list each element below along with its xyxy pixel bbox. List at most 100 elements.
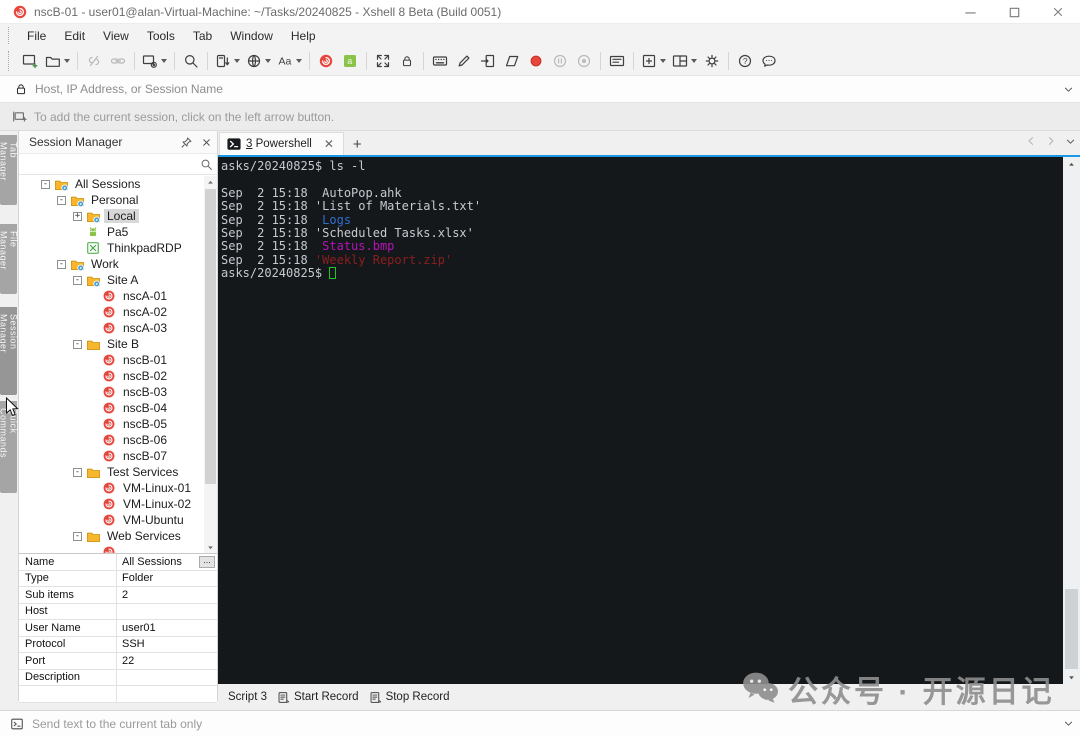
encoding-button[interactable] <box>243 49 274 73</box>
collapse-icon[interactable]: - <box>73 339 82 349</box>
property-value[interactable]: 22 <box>117 653 217 669</box>
menubar-grip[interactable] <box>8 27 13 44</box>
help-button[interactable]: ? <box>733 49 757 73</box>
property-value[interactable]: SSH <box>117 637 217 653</box>
property-value[interactable]: 2 <box>117 587 217 603</box>
send-target-dropdown-icon[interactable] <box>1056 718 1080 729</box>
tree-item-local[interactable]: + Local <box>19 208 217 224</box>
xftp-app-button[interactable]: a <box>338 49 362 73</box>
tab-layout-button[interactable] <box>669 49 700 73</box>
tree-item-nscb-01[interactable]: nscB-01 <box>19 352 217 368</box>
property-value[interactable] <box>117 670 217 686</box>
tab-settings-button[interactable] <box>700 49 724 73</box>
tree-item-nscb-06[interactable]: nscB-06 <box>19 432 217 448</box>
menu-edit[interactable]: Edit <box>55 26 94 46</box>
fullscreen-button[interactable] <box>371 49 395 73</box>
tab-powershell[interactable]: 3 Powershell ✕ <box>219 132 344 155</box>
toolbar-grip[interactable] <box>8 51 13 71</box>
tree-item-site-a[interactable]: - Site A <box>19 272 217 288</box>
pin-icon[interactable] <box>177 136 195 149</box>
start-record-button[interactable]: Start Record <box>277 691 359 704</box>
term-scroll-thumb[interactable] <box>1065 589 1078 669</box>
tree-item-nscb-05[interactable]: nscB-05 <box>19 416 217 432</box>
send-text-input[interactable] <box>32 716 1056 731</box>
minimize-button[interactable] <box>948 0 992 24</box>
menu-window[interactable]: Window <box>221 26 282 46</box>
tree-item-pa5[interactable]: Pa5 <box>19 224 217 240</box>
tree-item-partial[interactable] <box>19 544 217 553</box>
maximize-button[interactable] <box>992 0 1036 24</box>
collapse-icon[interactable]: - <box>41 179 50 189</box>
tree-item-thinkpadrdp[interactable]: ThinkpadRDP <box>19 240 217 256</box>
tree-scroll-thumb[interactable] <box>205 189 216 484</box>
virtual-keyboard-button[interactable] <box>428 49 452 73</box>
compose-pane-button[interactable] <box>452 49 476 73</box>
menu-tools[interactable]: Tools <box>138 26 184 46</box>
tree-item-vm-linux-02[interactable]: VM-Linux-02 <box>19 496 217 512</box>
tree-item-web-services[interactable]: - Web Services <box>19 528 217 544</box>
scroll-up-icon[interactable] <box>204 176 217 188</box>
record-start-button[interactable] <box>524 49 548 73</box>
tree-item-site-b[interactable]: - Site B <box>19 336 217 352</box>
dropdown-caret-icon[interactable] <box>296 59 302 63</box>
dropdown-caret-icon[interactable] <box>234 59 240 63</box>
scroll-down-icon[interactable] <box>204 541 217 553</box>
property-value[interactable]: Folder <box>117 571 217 587</box>
session-properties-button[interactable] <box>139 49 170 73</box>
tree-item-nscb-03[interactable]: nscB-03 <box>19 384 217 400</box>
terminal-screen[interactable]: asks/20240825$ ls -l Sep 2 15:18 AutoPop.… <box>218 157 1080 684</box>
dropdown-caret-icon[interactable] <box>265 59 271 63</box>
property-value[interactable] <box>117 604 217 620</box>
side-tab-session-manager[interactable]: Session Manager <box>0 307 19 395</box>
collapse-icon[interactable]: - <box>57 195 66 205</box>
tab-scroll-left-icon[interactable] <box>1025 134 1037 152</box>
session-manager-header[interactable]: Session Manager <box>19 131 217 154</box>
stop-record-button[interactable]: Stop Record <box>369 691 450 704</box>
tree-item-vm-linux-01[interactable]: VM-Linux-01 <box>19 480 217 496</box>
property-value[interactable] <box>117 686 217 702</box>
tree-scrollbar[interactable] <box>204 176 217 553</box>
tree-item-nsca-01[interactable]: nscA-01 <box>19 288 217 304</box>
open-sessions-button[interactable] <box>42 49 73 73</box>
tree-item-nsca-03[interactable]: nscA-03 <box>19 320 217 336</box>
side-tab-tab-manager[interactable]: Tab Manager <box>0 135 19 205</box>
search-icon[interactable] <box>195 158 217 171</box>
highlight-set-button[interactable] <box>500 49 524 73</box>
collapse-icon[interactable]: - <box>73 467 82 477</box>
dropdown-caret-icon[interactable] <box>161 59 167 63</box>
menu-help[interactable]: Help <box>282 26 325 46</box>
xshell-app-button[interactable] <box>314 49 338 73</box>
dropdown-caret-icon[interactable] <box>691 59 697 63</box>
tree-item-work[interactable]: - Work <box>19 256 217 272</box>
dropdown-caret-icon[interactable] <box>660 59 666 63</box>
browse-button[interactable]: ... <box>199 556 215 568</box>
tab-close-icon[interactable]: ✕ <box>322 137 336 151</box>
panel-close-icon[interactable] <box>197 137 215 148</box>
lock-screen-button[interactable] <box>395 49 419 73</box>
tree-item-nscb-04[interactable]: nscB-04 <box>19 400 217 416</box>
session-search-input[interactable] <box>19 158 195 170</box>
file-transfer-button[interactable] <box>212 49 243 73</box>
new-session-button[interactable] <box>18 49 42 73</box>
font-button[interactable]: Aa <box>274 49 305 73</box>
tab-list-dropdown-icon[interactable] <box>1065 134 1076 152</box>
collapse-icon[interactable]: - <box>73 531 82 541</box>
tree-item-vm-ubuntu[interactable]: VM-Ubuntu <box>19 512 217 528</box>
message-log-button[interactable] <box>605 49 629 73</box>
expand-icon[interactable]: + <box>73 211 82 221</box>
term-scroll-up-icon[interactable] <box>1063 157 1080 171</box>
tree-item-nsca-02[interactable]: nscA-02 <box>19 304 217 320</box>
collapse-icon[interactable]: - <box>73 275 82 285</box>
title-bar[interactable]: nscB-01 - user01@alan-Virtual-Machine: ~… <box>0 0 1080 24</box>
property-value[interactable]: user01 <box>117 620 217 636</box>
tree-item-nscb-02[interactable]: nscB-02 <box>19 368 217 384</box>
tree-item-test-services[interactable]: - Test Services <box>19 464 217 480</box>
menu-view[interactable]: View <box>94 26 138 46</box>
collapse-icon[interactable]: - <box>57 259 66 269</box>
new-tab-button[interactable] <box>638 49 669 73</box>
find-button[interactable] <box>179 49 203 73</box>
terminal-scrollbar[interactable] <box>1063 157 1080 684</box>
menu-tab[interactable]: Tab <box>184 26 221 46</box>
property-value[interactable]: All Sessions... <box>117 554 217 570</box>
address-dropdown-arrow[interactable] <box>1056 84 1080 95</box>
